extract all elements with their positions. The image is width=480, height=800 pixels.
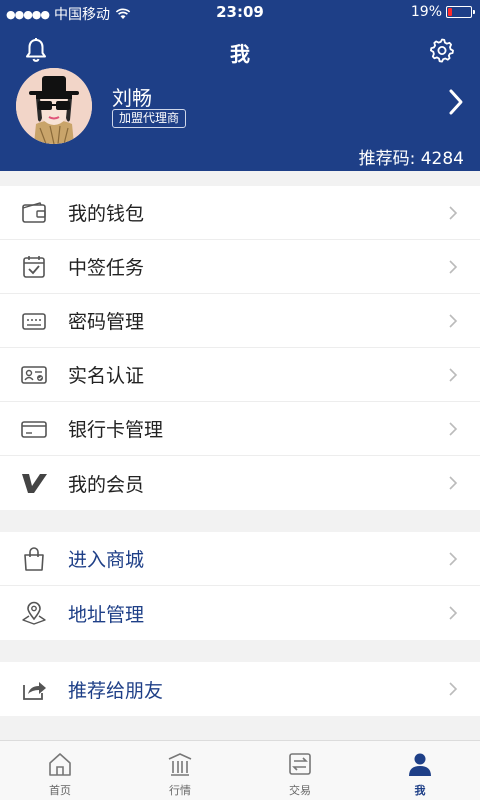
vip-icon: [20, 469, 48, 497]
battery-level-fill: [448, 8, 452, 16]
battery-icon: [446, 6, 475, 18]
share-icon: [20, 675, 48, 703]
menu-item-real-name-verification[interactable]: 实名认证: [0, 348, 480, 402]
menu-item-bank-cards[interactable]: 银行卡管理: [0, 402, 480, 456]
tab-market[interactable]: 行情: [120, 741, 240, 800]
menu-item-label: 我的会员: [68, 473, 145, 496]
map-pin-icon: [20, 599, 48, 627]
menu-item-label: 我的钱包: [68, 203, 145, 225]
tab-me[interactable]: 我: [360, 741, 480, 800]
menu-item-wallet[interactable]: 我的钱包: [0, 186, 480, 240]
chevron-right-icon: [449, 476, 458, 490]
page-title: 我: [230, 42, 250, 66]
tab-home[interactable]: 首页: [0, 741, 120, 800]
user-icon: [409, 753, 431, 776]
chevron-right-icon: [449, 205, 458, 220]
tab-label: 交易: [289, 784, 311, 797]
chevron-right-icon: [449, 606, 458, 620]
chevron-right-icon: [449, 421, 458, 436]
menu-item-address-management[interactable]: 地址管理: [0, 586, 480, 640]
status-bar: ●●●●● 中国移动 23:09 19%: [0, 0, 480, 24]
bank-card-icon: [20, 415, 48, 443]
gear-icon[interactable]: [428, 36, 456, 64]
tab-label: 首页: [49, 784, 71, 797]
status-time: 23:09: [216, 3, 264, 21]
calendar-check-icon: [20, 253, 48, 281]
home-icon: [49, 753, 71, 776]
referral-code: 推荐码: 4284: [358, 149, 464, 169]
id-card-icon: [20, 361, 48, 389]
chevron-right-icon: [449, 367, 458, 382]
menu-item-recommend-to-friend[interactable]: 推荐给朋友: [0, 662, 480, 716]
menu-item-label: 密码管理: [68, 311, 145, 333]
menu-item-enter-mall[interactable]: 进入商城: [0, 532, 480, 586]
wallet-icon: [20, 199, 48, 227]
menu-item-password[interactable]: 密码管理: [0, 294, 480, 348]
password-icon: [20, 307, 48, 335]
menu-item-label: 银行卡管理: [68, 419, 164, 441]
tab-label: 行情: [169, 784, 191, 797]
username: 刘畅: [112, 86, 152, 110]
tab-label: 我: [414, 784, 426, 797]
menu-item-label: 推荐给朋友: [68, 679, 164, 702]
menu-item-membership[interactable]: 我的会员: [0, 456, 480, 510]
bottom-tab-bar: 首页 行情 交易 我: [0, 740, 480, 800]
role-badge: 加盟代理商: [112, 109, 187, 128]
tab-trade[interactable]: 交易: [240, 741, 360, 800]
shop-menu-group: 进入商城 地址管理: [0, 532, 480, 640]
menu-item-lottery-tasks[interactable]: 中签任务: [0, 240, 480, 294]
chevron-right-icon: [449, 682, 458, 696]
chevron-right-icon[interactable]: [448, 88, 464, 116]
profile-header: ●●●●● 中国移动 23:09 19% 我 刘畅 加盟代理商 推荐码: 428…: [0, 0, 480, 171]
menu-item-label: 实名认证: [68, 365, 145, 387]
avatar-illustration: [16, 68, 92, 144]
account-menu-group: 我的钱包 中签任务 密码管理 实名认证 银行卡管理 我的会员: [0, 186, 480, 510]
share-menu-group: 推荐给朋友: [0, 662, 480, 716]
shopping-bag-icon: [20, 545, 48, 573]
battery-percent: 19%: [410, 4, 442, 20]
chevron-right-icon: [449, 259, 458, 274]
chevron-right-icon: [449, 551, 458, 566]
menu-item-label: 中签任务: [68, 257, 145, 279]
menu-item-label: 地址管理: [68, 603, 145, 626]
chevron-right-icon: [449, 313, 458, 328]
menu-item-label: 进入商城: [68, 549, 145, 571]
trade-icon: [289, 753, 311, 775]
avatar[interactable]: [16, 68, 92, 144]
market-icon: [168, 753, 192, 776]
